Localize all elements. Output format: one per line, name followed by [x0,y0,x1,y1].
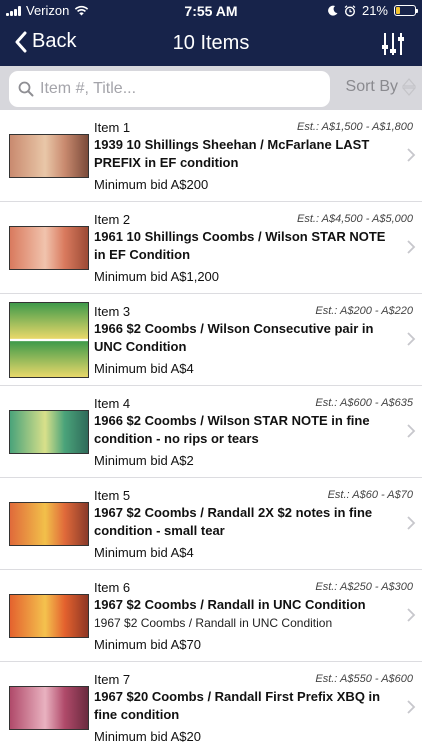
banknote-thumbnail [9,134,89,178]
list-item[interactable]: Item 5 Est.: A$60 - A$70 1967 $2 Coombs … [0,478,422,570]
item-title: 1967 $20 Coombs / Randall First Prefix X… [94,689,381,722]
item-title: 1967 $2 Coombs / Randall in UNC Conditio… [94,597,366,612]
item-minimum-bid: Minimum bid A$4 [94,545,194,560]
search-box[interactable] [9,71,330,107]
chevron-right-icon [407,608,416,622]
item-minimum-bid: Minimum bid A$70 [94,637,201,652]
banknote-thumbnail [9,302,89,378]
item-number: Item 6 [94,580,131,595]
item-subtitle: 1967 $2 Coombs / Randall in UNC Conditio… [94,616,333,630]
item-estimate: Est.: A$1,500 - A$1,800 [297,121,413,133]
page-title: 10 Items [172,32,250,54]
list-item[interactable]: Item 6 Est.: A$250 - A$300 1967 $2 Coomb… [0,570,422,662]
item-minimum-bid: Minimum bid A$4 [94,361,194,376]
chevron-right-icon [407,424,416,438]
chevron-right-icon [407,516,416,530]
battery-icon [394,5,418,16]
item-title: 1967 $2 Coombs / Randall 2X $2 notes in … [94,505,373,538]
item-estimate: Est.: A$600 - A$635 [315,397,413,409]
chevron-right-icon [407,240,416,254]
item-number: Item 7 [94,672,131,687]
item-number: Item 4 [94,396,131,411]
banknote-thumbnail [9,502,89,546]
items-list: Item 1 Est.: A$1,500 - A$1,800 1939 10 S… [0,110,422,750]
status-right: 21% [328,3,418,18]
status-bar: Verizon 7:55 AM 21% [0,0,422,22]
search-bar: Sort By [0,66,422,110]
item-minimum-bid: Minimum bid A$1,200 [94,269,220,284]
item-estimate: Est.: A$250 - A$300 [315,581,413,593]
list-item[interactable]: Item 4 Est.: A$600 - A$635 1966 $2 Coomb… [0,386,422,478]
banknote-thumbnail [9,686,89,730]
item-title: 1966 $2 Coombs / Wilson Consecutive pair… [94,321,374,354]
item-title: 1939 10 Shillings Sheehan / McFarlane LA… [94,137,370,170]
search-input[interactable] [40,80,310,98]
battery-percent: 21% [361,3,388,18]
item-minimum-bid: Minimum bid A$200 [94,177,209,192]
list-item[interactable]: Item 3 Est.: A$200 - A$220 1966 $2 Coomb… [0,294,422,386]
sliders-icon[interactable] [380,31,406,57]
sort-by-label: Sort By [345,78,398,95]
search-icon [18,81,34,97]
list-item[interactable]: Item 1 Est.: A$1,500 - A$1,800 1939 10 S… [0,110,422,202]
item-minimum-bid: Minimum bid A$2 [94,453,194,468]
chevron-right-icon [407,332,416,346]
moon-icon [328,5,338,16]
list-item[interactable]: Item 7 Est.: A$550 - A$600 1967 $20 Coom… [0,662,422,750]
item-number: Item 2 [94,212,131,227]
banknote-thumbnail [9,226,89,270]
sort-arrows-icon [402,78,416,96]
alarm-icon [344,4,356,17]
item-minimum-bid: Minimum bid A$20 [94,729,201,744]
chevron-right-icon [407,700,416,714]
item-estimate: Est.: A$4,500 - A$5,000 [297,213,413,225]
item-number: Item 5 [94,488,131,503]
list-item[interactable]: Item 2 Est.: A$4,500 - A$5,000 1961 10 S… [0,202,422,294]
item-number: Item 3 [94,304,131,319]
banknote-thumbnail [9,594,89,638]
banknote-thumbnail [9,410,89,454]
item-estimate: Est.: A$200 - A$220 [315,305,413,317]
chevron-right-icon [407,148,416,162]
item-estimate: Est.: A$550 - A$600 [315,673,413,685]
sort-by-button[interactable]: Sort By [346,78,416,96]
nav-bar: Back 10 Items [0,22,422,66]
item-number: Item 1 [94,120,131,135]
item-title: 1966 $2 Coombs / Wilson STAR NOTE in fin… [94,413,370,446]
item-estimate: Est.: A$60 - A$70 [327,489,413,501]
item-title: 1961 10 Shillings Coombs / Wilson STAR N… [94,229,386,262]
